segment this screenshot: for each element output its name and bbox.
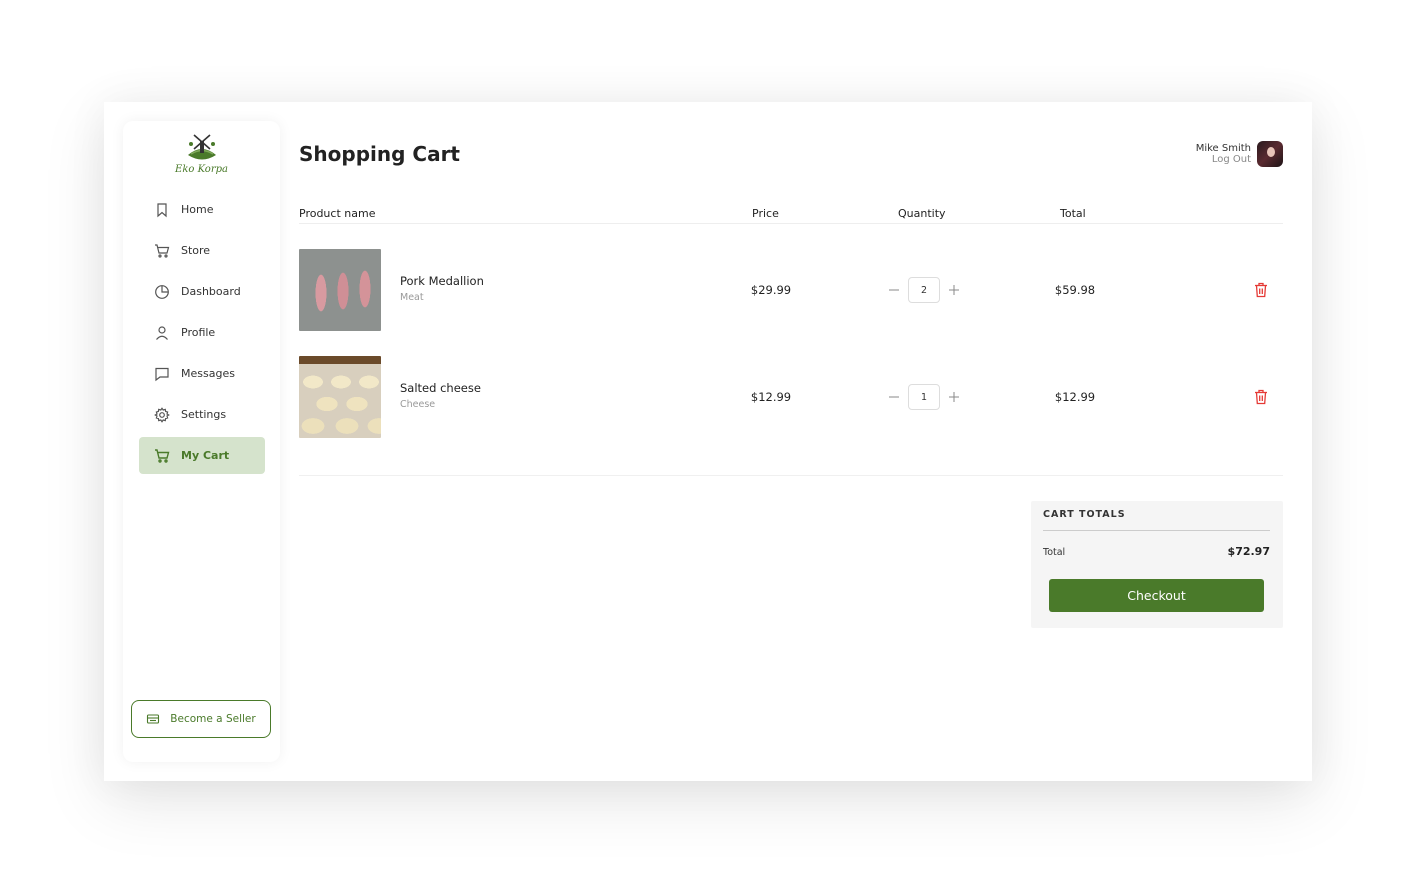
- cart-totals-panel: CART TOTALS Total $72.97 Checkout: [1031, 501, 1283, 628]
- minus-icon: [889, 289, 899, 291]
- sidebar-item-profile[interactable]: Profile: [139, 314, 265, 351]
- sidebar-item-home[interactable]: Home: [139, 191, 265, 228]
- product-category: Meat: [400, 292, 424, 303]
- app-window: Eko Korpa Home Store Dashboard Profile M…: [104, 102, 1312, 781]
- product-name[interactable]: Salted cheese: [400, 381, 481, 395]
- user-menu: Mike Smith Log Out: [1196, 141, 1283, 167]
- product-image[interactable]: [299, 249, 381, 331]
- total-value: $72.97: [1227, 545, 1270, 558]
- cart-table-header: Product name Price Quantity Total: [299, 205, 1283, 224]
- total-label: Total: [1043, 547, 1066, 558]
- product-name[interactable]: Pork Medallion: [400, 274, 484, 288]
- checkout-button[interactable]: Checkout: [1049, 579, 1264, 612]
- sidebar-item-label: Profile: [181, 326, 216, 339]
- sidebar-item-label: Store: [181, 244, 211, 257]
- sidebar-item-store[interactable]: Store: [139, 232, 265, 269]
- become-seller-button[interactable]: Become a Seller: [131, 700, 271, 738]
- cart-totals-title: CART TOTALS: [1043, 509, 1126, 520]
- trash-icon[interactable]: [1254, 282, 1268, 298]
- quantity-stepper: 1: [887, 384, 961, 410]
- user-name: Mike Smith: [1195, 143, 1251, 154]
- product-price: $12.99: [750, 390, 792, 404]
- product-image[interactable]: [299, 356, 381, 438]
- gear-icon: [154, 406, 170, 423]
- header-price: Price: [752, 207, 779, 220]
- sidebar-item-label: Messages: [181, 367, 235, 380]
- increase-quantity-button[interactable]: [947, 390, 961, 404]
- trash-icon[interactable]: [1254, 389, 1268, 405]
- divider: [299, 475, 1283, 476]
- cart-icon: [155, 448, 170, 463]
- product-price: $29.99: [750, 283, 792, 297]
- sidebar-item-label: Settings: [181, 408, 227, 421]
- sidebar: Eko Korpa Home Store Dashboard Profile M…: [123, 121, 280, 762]
- header-total: Total: [1060, 207, 1086, 220]
- sidebar-item-dashboard[interactable]: Dashboard: [139, 273, 265, 310]
- plus-icon: [949, 392, 959, 402]
- sidebar-item-settings[interactable]: Settings: [139, 396, 265, 433]
- product-category: Cheese: [400, 399, 436, 410]
- pie-chart-icon: [155, 284, 169, 299]
- sidebar-item-label: Dashboard: [181, 285, 241, 298]
- cart-icon: [155, 243, 170, 258]
- table-row: Pork Medallion Meat $29.99 2 $59.98: [299, 249, 1283, 331]
- page-title: Shopping Cart: [299, 142, 460, 166]
- header-quantity: Quantity: [898, 207, 946, 220]
- user-icon: [156, 325, 168, 340]
- brand-name: Eko Korpa: [175, 164, 228, 175]
- plus-icon: [949, 285, 959, 295]
- divider: [1043, 530, 1270, 531]
- decrease-quantity-button[interactable]: [887, 390, 901, 404]
- chat-icon: [155, 367, 169, 381]
- table-row: Salted cheese Cheese $12.99 1 $12.99: [299, 356, 1283, 438]
- decrease-quantity-button[interactable]: [887, 283, 901, 297]
- minus-icon: [889, 396, 899, 398]
- quantity-input[interactable]: 1: [908, 384, 940, 410]
- increase-quantity-button[interactable]: [947, 283, 961, 297]
- sidebar-item-my-cart[interactable]: My Cart: [139, 437, 265, 474]
- windmill-hill-logo-icon: [187, 134, 216, 160]
- row-total: $59.98: [1054, 283, 1096, 297]
- become-seller-label: Become a Seller: [170, 713, 256, 725]
- header-product: Product name: [299, 207, 376, 220]
- brand-logo[interactable]: Eko Korpa: [123, 133, 280, 175]
- sidebar-item-label: Home: [181, 203, 214, 216]
- logout-link[interactable]: Log Out: [1196, 154, 1251, 165]
- bookmark-icon: [157, 202, 167, 217]
- sidebar-item-messages[interactable]: Messages: [139, 355, 265, 392]
- quantity-input[interactable]: 2: [908, 277, 940, 303]
- avatar[interactable]: [1257, 141, 1283, 167]
- sidebar-item-label: My Cart: [181, 449, 230, 462]
- row-total: $12.99: [1054, 390, 1096, 404]
- quantity-stepper: 2: [887, 277, 961, 303]
- store-icon: [147, 714, 160, 724]
- sidebar-nav: Home Store Dashboard Profile Messages Se…: [139, 191, 265, 478]
